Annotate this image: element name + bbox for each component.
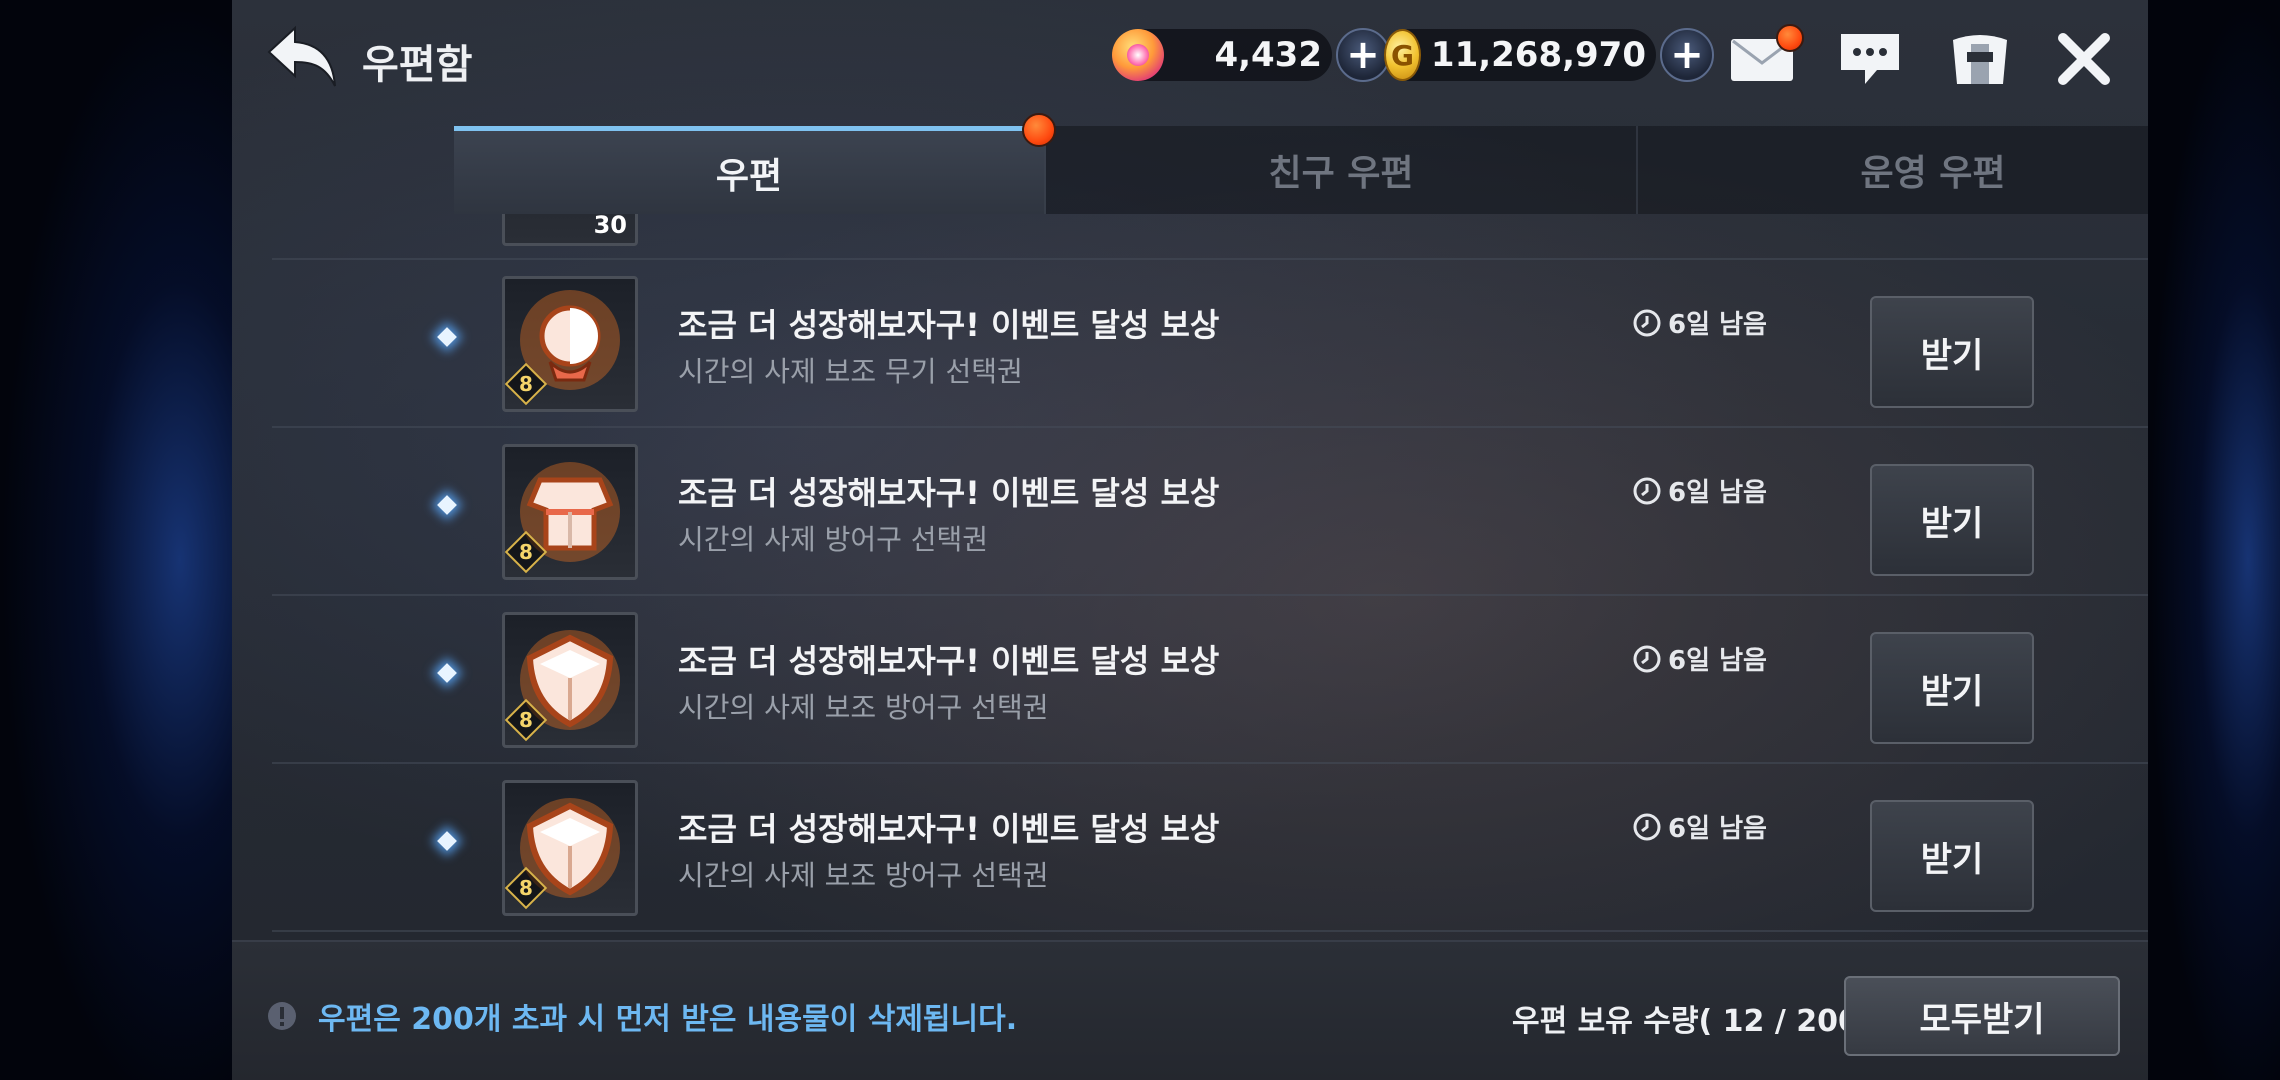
- notice-text: 우편은 200개 초과 시 먼저 받은 내용물이 삭제됩니다.: [318, 1002, 1018, 1037]
- left-border-decoration: [0, 0, 232, 1080]
- notice: 우편은 200개 초과 시 먼저 받은 내용물이 삭제됩니다.: [266, 994, 1017, 1038]
- mail-subtitle: 시간의 사제 보조 방어구 선택권: [678, 859, 1049, 892]
- gold-coin-icon: G: [1384, 29, 1421, 81]
- list-item: 8 조금 더 성장해보자구! 이벤트 달성 보상 시간의 사제 보조 방어구 선…: [272, 594, 2148, 764]
- tab-mail[interactable]: 우편: [454, 113, 1056, 214]
- remaining-time: 6일 남음: [1632, 304, 1767, 341]
- list-item: 8 조금 더 성장해보자구! 이벤트 달성 보상 시간의 사제 보조 방어구 선…: [272, 762, 2148, 932]
- mail-title: 조금 더 성장해보자구! 이벤트 달성 보상: [678, 306, 1220, 344]
- tab-mail-label: 우편: [715, 155, 783, 197]
- mail-title: 조금 더 성장해보자구! 이벤트 달성 보상: [678, 474, 1220, 512]
- item-slot[interactable]: 8: [502, 780, 638, 916]
- mail-list[interactable]: 30 8 조금 더 성장해보자구! 이벤트 달성 보상 시간의 사제 보조 무기…: [232, 214, 2148, 934]
- clock-icon: [1633, 645, 1661, 672]
- mail-subtitle: 시간의 사제 방어구 선택권: [678, 523, 989, 556]
- receive-button[interactable]: 받기: [1870, 632, 2034, 744]
- remaining-text: 6일 남음: [1668, 310, 1767, 340]
- add-gold-button[interactable]: +: [1660, 28, 1714, 82]
- new-mail-marker: [437, 831, 457, 851]
- gem-amount: 4,432: [1214, 35, 1322, 75]
- bag-icon: [1953, 35, 2007, 84]
- close-icon: [2058, 33, 2110, 85]
- remaining-text: 6일 남음: [1668, 814, 1767, 844]
- gold-currency: G 11,268,970 +: [1384, 26, 1714, 84]
- remaining-time: 6일 남음: [1632, 472, 1767, 509]
- item-slot[interactable]: 8: [502, 444, 638, 580]
- gold-amount: 11,268,970: [1430, 35, 1646, 75]
- mail-title: 조금 더 성장해보자구! 이벤트 달성 보상: [678, 642, 1220, 680]
- tab-operation-mail-label: 운영 우편: [1860, 153, 2006, 194]
- list-item-partial: 30: [272, 214, 2148, 260]
- list-item: 8 조금 더 성장해보자구! 이벤트 달성 보상 시간의 사제 방어구 선택권 …: [272, 426, 2148, 596]
- clock-icon: [1633, 813, 1661, 840]
- add-gems-button[interactable]: +: [1336, 28, 1390, 82]
- receive-button[interactable]: 받기: [1870, 464, 2034, 576]
- right-border-decoration: [2148, 0, 2280, 1080]
- level-number: 8: [519, 708, 533, 732]
- tab-friend-mail[interactable]: 친구 우편: [1046, 126, 1638, 214]
- chat-bubble-icon: [1841, 34, 1899, 84]
- new-mail-marker: [437, 495, 457, 515]
- remaining-text: 6일 남음: [1668, 646, 1767, 676]
- back-arrow-icon: [267, 25, 336, 87]
- tab-operation-mail[interactable]: 운영 우편: [1638, 126, 2148, 214]
- remaining-time: 6일 남음: [1632, 808, 1767, 845]
- partial-item-frame: 30: [502, 214, 638, 246]
- gem-icon: [1112, 29, 1164, 81]
- remaining-text: 6일 남음: [1668, 478, 1767, 508]
- info-icon: [268, 1002, 296, 1030]
- inventory-button[interactable]: [1942, 24, 2018, 94]
- level-number: 8: [519, 876, 533, 900]
- level-number: 8: [519, 540, 533, 564]
- tab-friend-mail-label: 친구 우편: [1268, 153, 1414, 194]
- mail-title: 조금 더 성장해보자구! 이벤트 달성 보상: [678, 810, 1220, 848]
- mail-notification-dot: [1776, 24, 1804, 52]
- level-number: 8: [519, 372, 533, 396]
- item-slot[interactable]: 8: [502, 276, 638, 412]
- new-mail-marker: [437, 663, 457, 683]
- receive-button[interactable]: 받기: [1870, 296, 2034, 408]
- page-title: 우편함: [362, 42, 473, 88]
- back-button[interactable]: [264, 20, 344, 94]
- receive-all-button[interactable]: 모두받기: [1844, 976, 2120, 1056]
- close-button[interactable]: [2046, 24, 2122, 94]
- mail-button[interactable]: [1724, 24, 1804, 94]
- mailbox-footer: 우편은 200개 초과 시 먼저 받은 내용물이 삭제됩니다. 우편 보유 수량…: [232, 940, 2148, 1080]
- clock-icon: [1633, 309, 1661, 336]
- new-mail-marker: [437, 327, 457, 347]
- partial-item-count: 30: [593, 214, 627, 239]
- gem-currency: 4,432 +: [1112, 26, 1390, 84]
- mail-subtitle: 시간의 사제 보조 방어구 선택권: [678, 691, 1049, 724]
- receive-button[interactable]: 받기: [1870, 800, 2034, 912]
- chat-button[interactable]: [1832, 24, 1908, 94]
- remaining-time: 6일 남음: [1632, 640, 1767, 677]
- mail-count: 우편 보유 수량( 12 / 200 ): [1512, 1004, 1884, 1039]
- clock-icon: [1633, 477, 1661, 504]
- mailbox-panel: 우편함 4,432 + G 11,268,970 + 우편 친구 우편 운영 우…: [232, 0, 2148, 1080]
- mail-tabs: 우편 친구 우편 운영 우편: [454, 113, 2148, 214]
- item-slot[interactable]: 8: [502, 612, 638, 748]
- list-item: 8 조금 더 성장해보자구! 이벤트 달성 보상 시간의 사제 보조 무기 선택…: [272, 258, 2148, 428]
- mail-subtitle: 시간의 사제 보조 무기 선택권: [678, 355, 1023, 388]
